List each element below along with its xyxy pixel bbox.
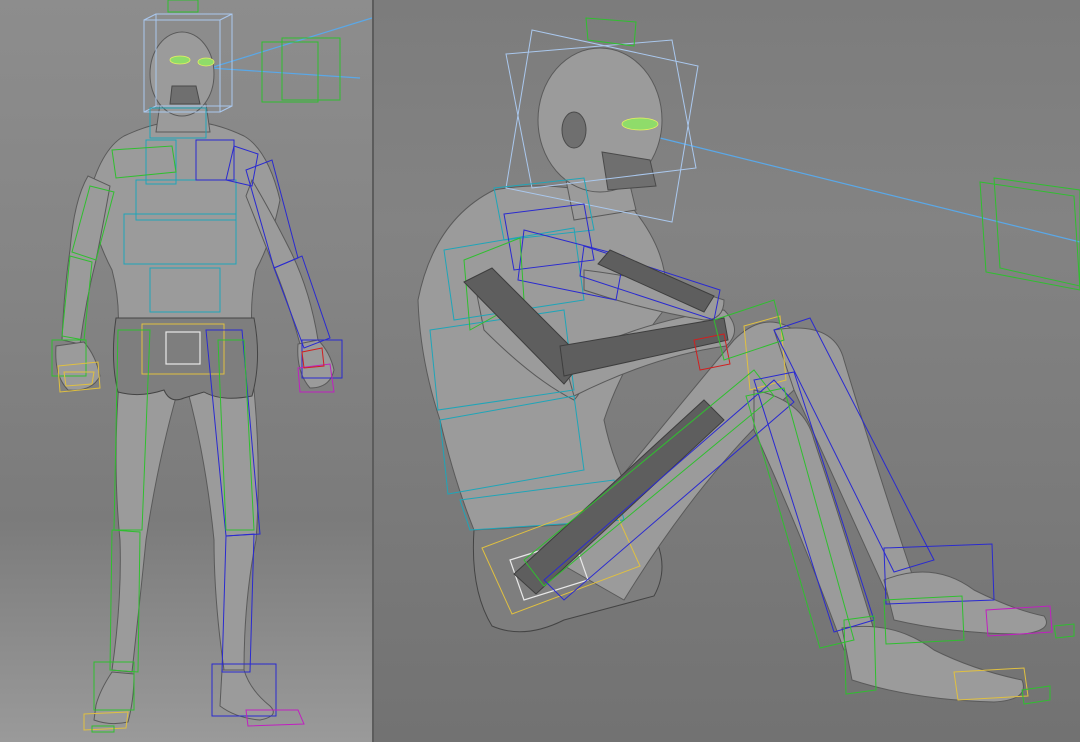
right-eye-control[interactable] (169, 55, 191, 65)
ear (561, 111, 587, 149)
jaw-detail (169, 85, 201, 105)
look-at-control[interactable] (261, 37, 341, 103)
torso (87, 121, 281, 331)
head-top-control[interactable] (585, 17, 637, 47)
gaze-line (659, 137, 1080, 243)
eye-control[interactable] (621, 117, 659, 131)
look-at-control[interactable] (979, 177, 1080, 291)
standing-figure (51, 0, 372, 733)
left-eye-control[interactable] (197, 57, 215, 67)
front-viewport[interactable] (0, 0, 372, 742)
right-leg (111, 369, 179, 673)
perspective-viewport[interactable] (374, 0, 1080, 742)
right-hand (55, 341, 101, 391)
head-top-control[interactable] (167, 0, 199, 13)
seated-figure (417, 17, 1080, 705)
gaze-line (209, 17, 372, 69)
